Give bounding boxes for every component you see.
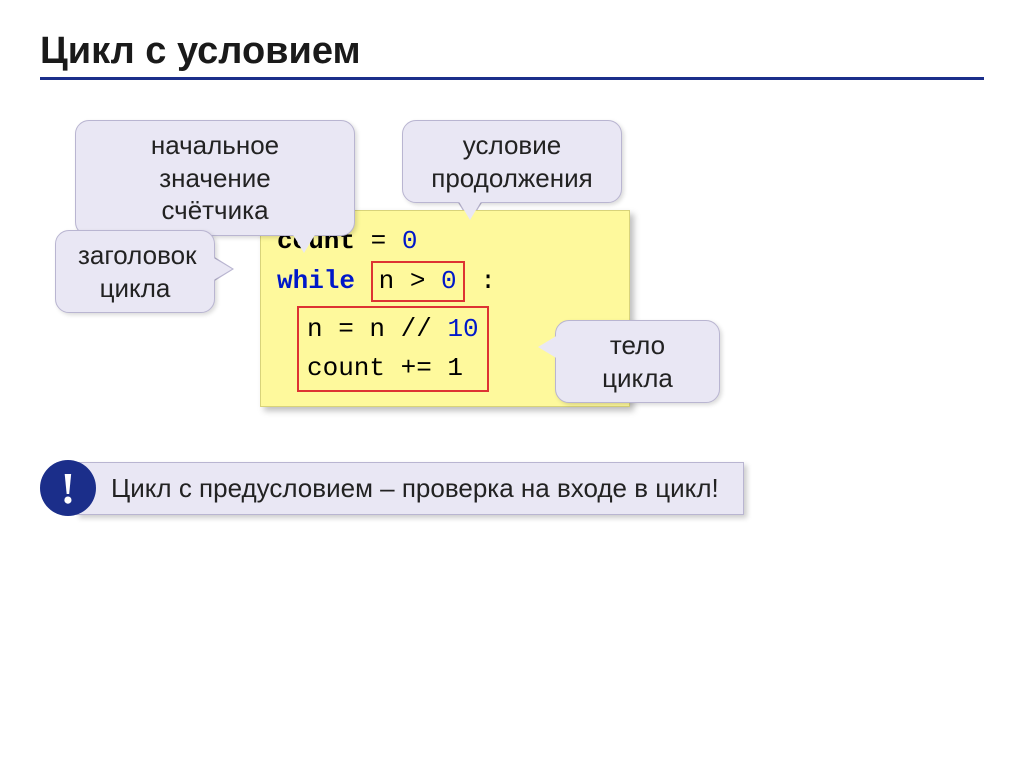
code-while: while (277, 266, 355, 296)
page-title: Цикл с условием (40, 30, 984, 73)
callout-text-line2: счётчика (98, 194, 332, 227)
code-eq: = (355, 226, 402, 256)
callout-text-line1: условие (425, 129, 599, 162)
title-underline (40, 77, 984, 80)
callout-loop-header: заголовок цикла (55, 230, 215, 313)
callout-text-line1: начальное значение (98, 129, 332, 194)
code-cond-zero: 0 (441, 266, 457, 296)
code-cond-lhs: n > (379, 266, 441, 296)
code-l3-ten: 10 (447, 314, 478, 344)
callout-condition: условие продолжения (402, 120, 622, 203)
slide: Цикл с условием count = 0 while n > 0 : … (0, 0, 1024, 767)
code-body-box: n = n // 10 count += 1 (297, 306, 489, 392)
callout-initial-value: начальное значение счётчика (75, 120, 355, 236)
callout-text-line2: продолжения (425, 162, 599, 195)
callout-text-line2: цикла (78, 272, 192, 305)
code-zero: 0 (402, 226, 418, 256)
code-line-2: while n > 0 : (277, 261, 613, 303)
precondition-note: ! Цикл с предусловием – проверка на вход… (40, 460, 744, 516)
code-line-3: n = n // 10 (307, 310, 479, 349)
callout-loop-body: тело цикла (555, 320, 720, 403)
callout-text-line1: заголовок (78, 239, 192, 272)
code-colon: : (465, 266, 496, 296)
code-condition-box: n > 0 (371, 261, 465, 303)
code-l3-lhs: n = n // (307, 314, 447, 344)
exclamation-icon: ! (40, 460, 96, 516)
callout-text: тело цикла (602, 330, 673, 393)
note-text: Цикл с предусловием – проверка на входе … (76, 462, 744, 515)
code-line-4: count += 1 (307, 349, 479, 388)
